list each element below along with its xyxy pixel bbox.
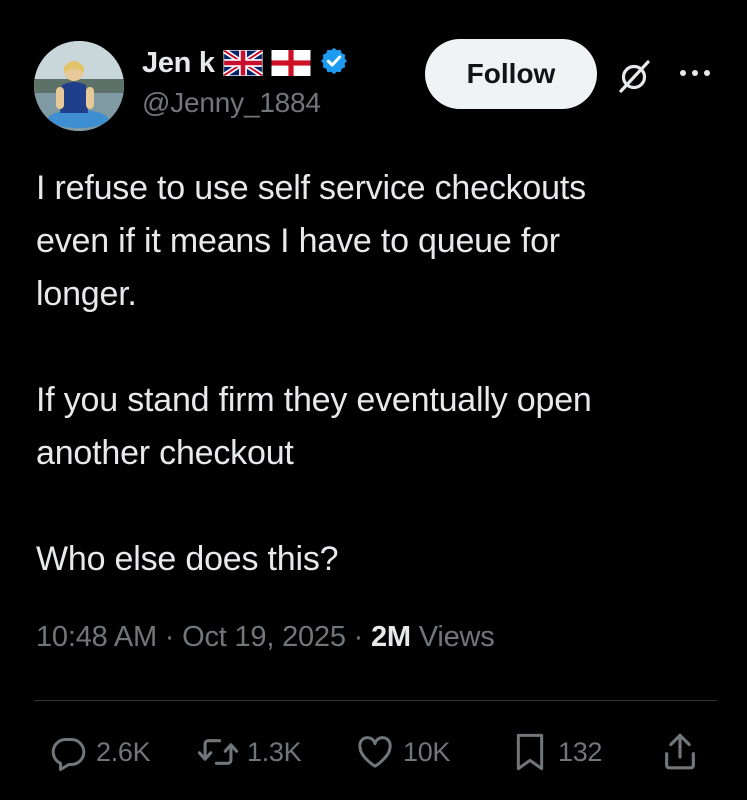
bookmark-icon	[510, 730, 558, 774]
repost-button[interactable]: 1.3K	[197, 728, 302, 776]
repost-icon	[197, 732, 247, 772]
share-button[interactable]	[660, 728, 708, 776]
author-display-name[interactable]: Jen k	[142, 47, 215, 80]
uk-flag-icon	[222, 50, 263, 76]
tweet-paragraph: Who else does this?	[36, 540, 339, 578]
tweet-card: Jen k @Jenny_1884 Follow I refuse to use…	[0, 0, 747, 800]
tweet-paragraph: I refuse to use self service checkouts e…	[36, 169, 586, 313]
like-button[interactable]: 10K	[355, 728, 450, 776]
tweet-paragraph: If you stand firm they eventually open a…	[36, 381, 592, 472]
author-name-row: Jen k	[142, 44, 349, 82]
tweet-time[interactable]: 10:48 AM	[36, 621, 157, 653]
follow-button[interactable]: Follow	[425, 39, 597, 109]
views-count[interactable]: 2M	[371, 621, 411, 653]
meta-separator: ·	[164, 621, 175, 653]
meta-separator: ·	[353, 621, 364, 653]
more-options-icon[interactable]	[676, 63, 716, 83]
like-count: 10K	[403, 736, 451, 767]
views-label[interactable]: Views	[419, 621, 495, 653]
tweet-text: I refuse to use self service checkouts e…	[36, 162, 716, 586]
tweet-meta: 10:48 AM · Oct 19, 2025 · 2M Views	[36, 621, 495, 654]
divider	[34, 700, 717, 701]
repost-count: 1.3K	[247, 736, 302, 767]
grok-icon[interactable]	[615, 56, 655, 96]
share-icon	[660, 730, 708, 774]
bookmark-button[interactable]: 132	[510, 728, 602, 776]
england-flag-icon	[271, 50, 311, 76]
avatar[interactable]	[34, 41, 124, 131]
tweet-date[interactable]: Oct 19, 2025	[182, 621, 346, 653]
heart-icon	[355, 732, 403, 772]
reply-count: 2.6K	[96, 736, 151, 767]
reply-button[interactable]: 2.6K	[48, 728, 151, 776]
author-handle[interactable]: @Jenny_1884	[142, 87, 321, 119]
verified-badge-icon[interactable]	[319, 46, 349, 81]
bookmark-count: 132	[558, 736, 603, 767]
reply-icon	[48, 732, 96, 772]
